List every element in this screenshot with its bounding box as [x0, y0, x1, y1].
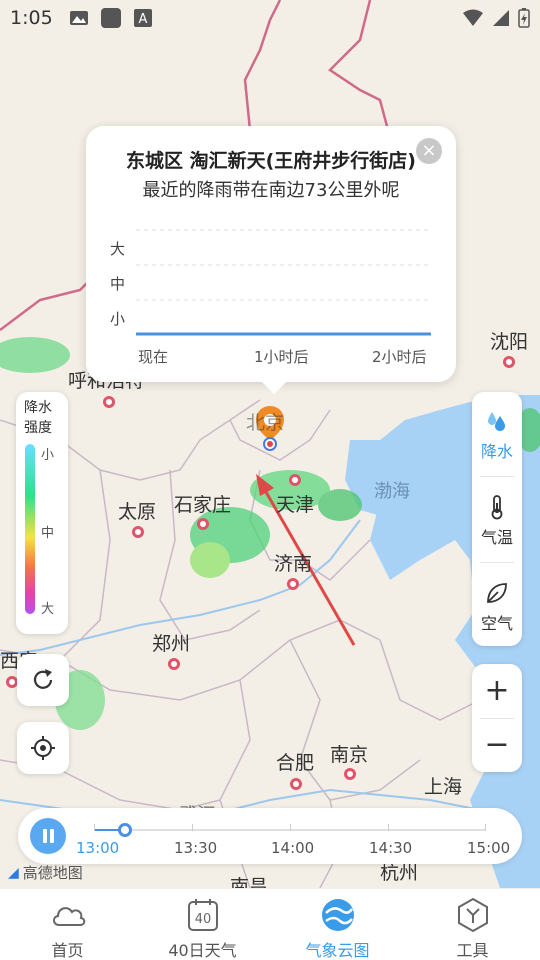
sea-label: 渤海 [374, 481, 410, 502]
time-label: 13:00 [76, 839, 120, 857]
precip-intensity-legend: 降水 强度 小 中 大 [16, 392, 68, 634]
layer-air-button[interactable]: 空气 [472, 580, 522, 634]
thermometer-icon [491, 495, 503, 520]
city-label: 北京 [246, 412, 285, 434]
layer-label: 气温 [480, 528, 513, 547]
city-label: 合肥 [276, 752, 315, 774]
precip-chart [136, 229, 431, 336]
y-level-label: 大 [110, 240, 126, 258]
toolbox-icon [457, 897, 488, 933]
city-dot [289, 474, 301, 486]
status-time: 1:05 [10, 7, 53, 29]
time-label: 13:30 [174, 839, 218, 857]
navigation-arrow-icon: ◢ [8, 864, 19, 881]
attribution-text: 高德地图 [22, 864, 83, 882]
satellite-cloud-icon [321, 899, 354, 931]
city-dot [168, 658, 180, 670]
layer-label: 空气 [480, 614, 513, 633]
time-label: 14:00 [271, 839, 315, 857]
cloud-icon [52, 907, 85, 926]
city-dot [344, 768, 356, 780]
y-level-label: 小 [110, 310, 126, 328]
city-label: 南昌 [230, 876, 269, 888]
app-square-icon [100, 8, 121, 28]
city-dot [132, 526, 144, 538]
layer-panel: 降水 气温 空气 [472, 392, 522, 646]
time-label: 15:00 [467, 839, 511, 857]
nav-label: 40日天气 [168, 941, 237, 960]
battery-icon [518, 8, 530, 28]
time-label: 14:30 [369, 839, 413, 857]
crosshair-icon [31, 736, 55, 760]
legend-level: 大 [41, 602, 55, 617]
layer-temp-button[interactable]: 气温 [472, 494, 522, 548]
nav-home[interactable]: 首页 [0, 889, 135, 960]
locate-button[interactable] [17, 722, 69, 774]
timeline-handle[interactable] [118, 823, 133, 837]
font-a-icon: A [133, 9, 152, 27]
city-label: 太原 [118, 501, 157, 523]
close-icon[interactable]: × [416, 138, 442, 164]
x-time-label: 现在 [138, 348, 169, 366]
legend-title: 降水 强度 [24, 400, 52, 436]
signal-icon [493, 10, 509, 26]
city-label: 南京 [330, 744, 369, 766]
pause-button[interactable] [30, 818, 66, 854]
calendar-number: 40 [194, 912, 211, 927]
city-label: 郑州 [152, 633, 191, 655]
drop-icon [488, 412, 505, 431]
x-time-label: 2小时后 [372, 348, 427, 366]
bottom-nav: 首页 40 40日天气 气象云图 工具 [0, 888, 540, 960]
popup-subtitle: 最近的降雨带在南边73公里外呢 [142, 180, 400, 201]
nav-label: 工具 [456, 941, 489, 960]
zoom-panel: + − [472, 664, 522, 772]
y-level-label: 中 [110, 275, 126, 293]
image-icon [69, 11, 88, 25]
x-time-label: 1小时后 [254, 348, 309, 366]
nav-40day[interactable]: 40 40日天气 [135, 889, 270, 960]
layer-label: 降水 [480, 442, 513, 461]
city-label: 济南 [274, 553, 313, 575]
calendar-40-icon: 40 [187, 899, 218, 931]
timeline-bar: 13:00 13:30 14:00 14:30 15:00 [18, 808, 522, 864]
city-label: 上海 [424, 776, 463, 798]
wifi-icon [463, 9, 483, 26]
city-dot [103, 396, 115, 408]
zoom-in-button[interactable]: + [472, 664, 522, 718]
nav-tools[interactable]: 工具 [405, 889, 540, 960]
refresh-icon [33, 669, 53, 689]
city-dot [287, 578, 299, 590]
legend-level: 中 [41, 526, 55, 541]
legend-gradient-bar [25, 444, 35, 614]
layer-precip-button[interactable]: 降水 [472, 408, 522, 462]
city-dot [290, 778, 302, 790]
city-dot [197, 518, 209, 530]
legend-level: 小 [41, 448, 55, 463]
city-label: 沈阳 [490, 331, 529, 353]
map-attribution: ◢ 高德地图 [8, 862, 83, 883]
rain-forecast-popup: 东城区 淘汇新天(王府井步行街店) 最近的降雨带在南边73公里外呢 × 大 中 … [86, 126, 456, 394]
city-dot [503, 356, 515, 368]
city-label: 天津 [276, 494, 315, 516]
nav-label: 首页 [51, 941, 84, 960]
svg-text:A: A [138, 12, 147, 27]
leaf-icon [487, 583, 507, 603]
refresh-button[interactable] [17, 654, 69, 706]
zoom-out-button[interactable]: − [472, 718, 522, 772]
popup-title: 东城区 淘汇新天(王府井步行街店) [126, 150, 416, 172]
nav-label: 气象云图 [305, 941, 370, 960]
nav-cloud-map[interactable]: 气象云图 [270, 889, 405, 960]
status-bar: 1:05 A [0, 0, 540, 36]
city-label: 石家庄 [174, 494, 232, 516]
